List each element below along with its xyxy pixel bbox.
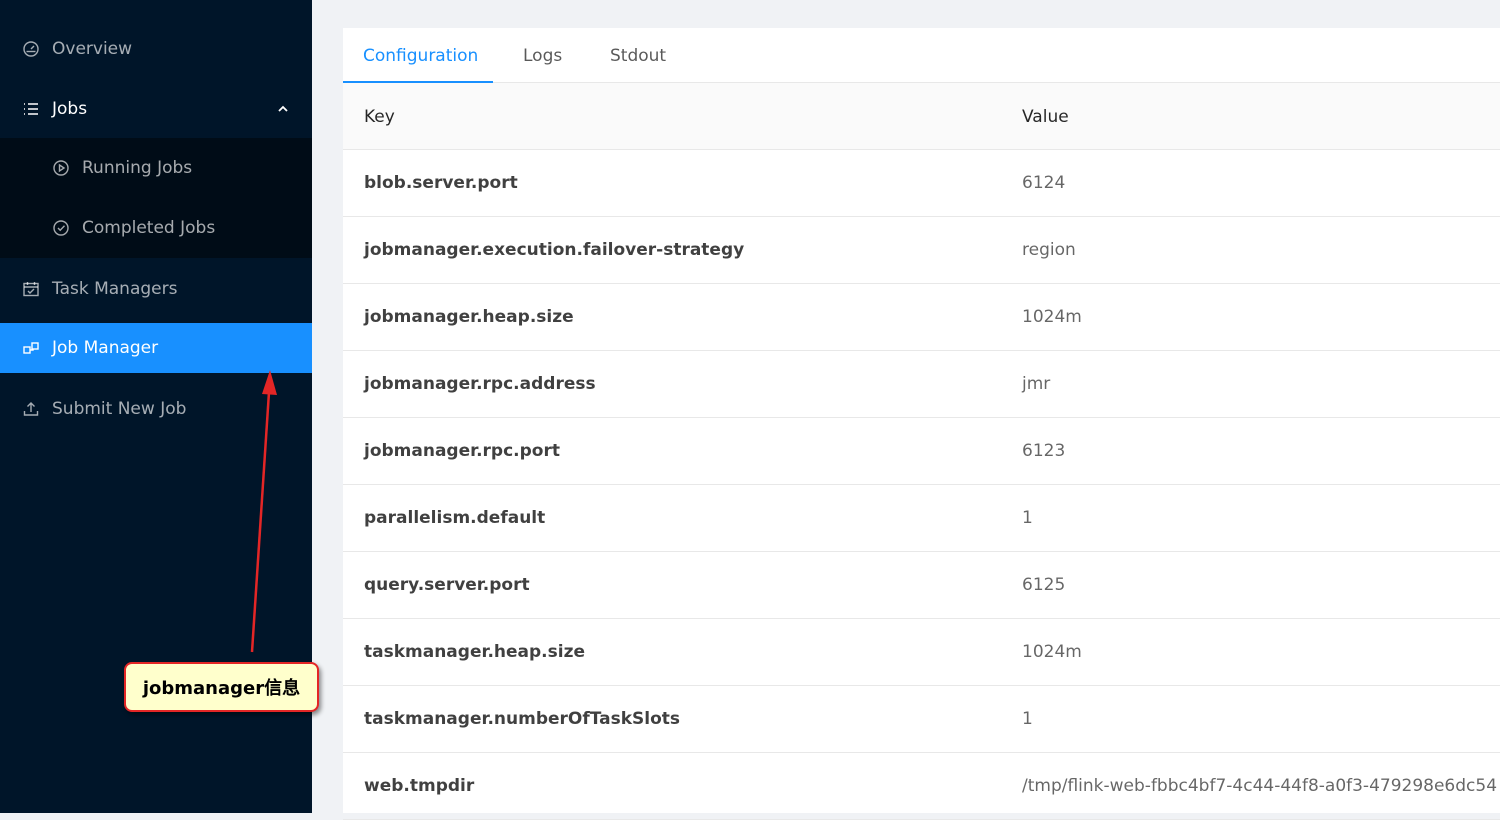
sidebar-item-label: Task Managers xyxy=(52,279,178,299)
config-value: jmr xyxy=(1022,374,1051,394)
table-row: parallelism.default 1 xyxy=(343,485,1500,552)
cluster-icon xyxy=(22,339,40,357)
config-key: blob.server.port xyxy=(364,173,518,193)
config-key: web.tmpdir xyxy=(364,776,475,796)
tab-stdout[interactable]: Stdout xyxy=(610,28,666,83)
upload-icon xyxy=(22,400,40,418)
table-row: web.tmpdir/tmp/flink-web-fbbc4bf7-4c44-4… xyxy=(343,753,1500,820)
config-key: query.server.port xyxy=(364,575,530,595)
sidebar-item-task-managers[interactable]: Task Managers xyxy=(0,264,312,314)
table-header: Key Value xyxy=(343,83,1500,150)
table-row: jobmanager.execution.failover-strategy re… xyxy=(343,217,1500,284)
sidebar-item-label: Running Jobs xyxy=(82,158,193,178)
config-value: 1 xyxy=(1022,508,1033,528)
config-value: 6124 xyxy=(1022,173,1066,193)
config-value: 6125 xyxy=(1022,575,1066,595)
table-row: query.server.port 6125 xyxy=(343,552,1500,619)
chevron-up-icon xyxy=(276,101,290,115)
sidebar-item-label: Job Manager xyxy=(52,338,159,358)
sidebar-item-label: Submit New Job xyxy=(52,399,187,419)
list-icon xyxy=(22,100,40,118)
config-key: jobmanager.execution.failover-strategy xyxy=(364,240,745,260)
table-row: taskmanager.numberOfTaskSlots 1 xyxy=(343,686,1500,753)
config-value: 1 xyxy=(1022,709,1033,729)
tab-logs[interactable]: Logs xyxy=(523,28,562,83)
table-row: jobmanager.rpc.port 6123 xyxy=(343,418,1500,485)
config-key: jobmanager.rpc.port xyxy=(364,441,560,461)
table-row: jobmanager.rpc.address jmr xyxy=(343,351,1500,418)
column-header-key: Key xyxy=(364,106,395,127)
play-circle-icon xyxy=(52,159,70,177)
tab-bar: Configuration Logs Stdout xyxy=(343,28,1500,83)
sidebar-item-label: Completed Jobs xyxy=(82,218,216,238)
sidebar-item-job-manager[interactable]: Job Manager xyxy=(0,323,312,373)
config-key: taskmanager.numberOfTaskSlots xyxy=(364,709,681,729)
table-row: taskmanager.heap.size 1024m xyxy=(343,619,1500,686)
config-table-body: blob.server.port 6124 jobmanager.execution… xyxy=(343,150,1500,820)
sidebar-item-jobs[interactable]: Jobs xyxy=(0,84,312,134)
sidebar-item-submit-new-job[interactable]: Submit New Job xyxy=(0,384,312,434)
tab-configuration[interactable]: Configuration xyxy=(363,28,478,83)
calendar-icon xyxy=(22,280,40,298)
sidebar-item-label: Jobs xyxy=(52,99,88,119)
sidebar-item-overview[interactable]: Overview xyxy=(0,24,312,74)
sidebar-item-running-jobs[interactable]: Running Jobs xyxy=(0,143,312,193)
sidebar-item-label: Overview xyxy=(52,39,133,59)
sidebar-item-completed-jobs[interactable]: Completed Jobs xyxy=(0,203,312,253)
config-key: jobmanager.rpc.address xyxy=(364,374,596,394)
dashboard-icon xyxy=(22,40,40,58)
main-content: Configuration Logs Stdout Key Value blob… xyxy=(343,28,1500,820)
config-key: jobmanager.heap.size xyxy=(364,307,574,327)
table-row: jobmanager.heap.size 1024m xyxy=(343,284,1500,351)
config-value: 1024m xyxy=(1022,307,1082,327)
jobs-submenu: Running Jobs Completed Jobs xyxy=(0,138,312,258)
config-value: 1024m xyxy=(1022,642,1082,662)
config-value: /tmp/flink-web-fbbc4bf7-4c44-44f8-a0f3-4… xyxy=(1022,776,1498,796)
config-value: 6123 xyxy=(1022,441,1066,461)
annotation-callout: jobmanager信息 xyxy=(124,662,319,712)
check-circle-icon xyxy=(52,219,70,237)
config-key: taskmanager.heap.size xyxy=(364,642,585,662)
config-key: parallelism.default xyxy=(364,508,546,528)
table-row: blob.server.port 6124 xyxy=(343,150,1500,217)
config-value: region xyxy=(1022,240,1076,260)
column-header-value: Value xyxy=(1022,106,1069,127)
